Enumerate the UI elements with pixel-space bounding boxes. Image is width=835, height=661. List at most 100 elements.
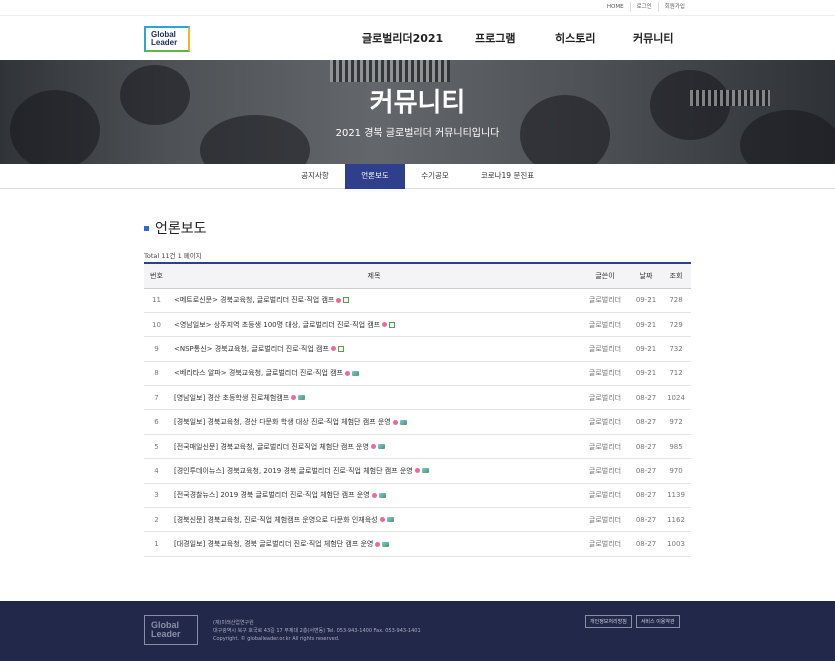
row-number: 6 bbox=[144, 410, 169, 434]
nav-program[interactable]: 프로그램 bbox=[475, 30, 555, 46]
row-author-text: 글로벌리더 bbox=[588, 296, 622, 305]
row-author-text: 글로벌리더 bbox=[588, 369, 622, 378]
row-number-text: 6 bbox=[154, 418, 159, 427]
heart-icon bbox=[370, 444, 376, 450]
utility-links: HOME 로그인 회원가입 bbox=[601, 2, 691, 12]
row-views-text: 1003 bbox=[667, 540, 685, 549]
row-author: 글로벌리더 bbox=[579, 386, 631, 410]
row-date: 08-27 bbox=[631, 508, 661, 532]
row-subject-link[interactable]: <NSP통신> 경북교육청, 글로벌리더 진로·직업 캠프 bbox=[169, 337, 579, 361]
signup-link[interactable]: 회원가입 bbox=[657, 2, 691, 12]
row-subject-link-text[interactable]: [경인투데이뉴스] 경북교육청, 2019 경북 글로벌리더 진로·직업 체험단… bbox=[174, 467, 413, 475]
heart-icon bbox=[330, 346, 336, 352]
file-icon bbox=[337, 345, 344, 352]
heart-icon bbox=[371, 492, 377, 498]
row-subject-link[interactable]: [전국매일신문] 경북교육청, 글로벌리더 진로직업 체험단 캠프 운영 bbox=[169, 434, 579, 458]
table-row[interactable]: 1 [대경일보] 경북교육청, 경북 글로벌리더 진로·직업 체험단 캠프 운영 글… bbox=[144, 532, 691, 557]
table-row[interactable]: 6 [경북일보] 경북교육청, 경산 다문화 학생 대상 진로·직업 체험단 캠프… bbox=[144, 410, 691, 435]
row-views-text: 1139 bbox=[667, 491, 685, 500]
row-subject-link[interactable]: [경북일보] 경북교육청, 경산 다문화 학생 대상 진로·직업 체험단 캠프 … bbox=[169, 410, 579, 434]
tab-essay[interactable]: 수기공모 bbox=[405, 164, 465, 189]
table-row[interactable]: 7 [영남일보] 경산 초등학생 진로체험캠프 글로벌리더 08-27 1024 bbox=[144, 386, 691, 410]
row-views-text: 972 bbox=[669, 418, 683, 427]
nav-history[interactable]: 히스토리 bbox=[555, 30, 633, 46]
heart-icon bbox=[345, 370, 350, 376]
row-author: 글로벌리더 bbox=[579, 483, 631, 507]
nav-community[interactable]: 커뮤니티 bbox=[633, 30, 673, 46]
image-icon bbox=[386, 517, 394, 523]
table-row[interactable]: 2 [경북신문] 경북교육청, 진로·직업 체험캠프 운영으로 다문화 인재육성 글… bbox=[144, 508, 691, 532]
login-link[interactable]: 로그인 bbox=[629, 2, 658, 12]
row-views: 728 bbox=[661, 288, 691, 312]
press-table: 번호 제목 글쓴이 날짜 조회 11 <메트로신문> 경북교육청, 글로벌리더 진… bbox=[144, 262, 691, 557]
footer-copyright: Copyright. © globalleader.or.kr All righ… bbox=[213, 636, 340, 642]
row-number: 10 bbox=[144, 312, 169, 336]
row-views: 1024 bbox=[661, 386, 691, 410]
tab-notice[interactable]: 공지사항 bbox=[285, 164, 345, 189]
row-date: 08-27 bbox=[631, 410, 661, 434]
global-leader-logo[interactable]: Global Leader bbox=[144, 26, 190, 52]
row-author: 글로벌리더 bbox=[579, 459, 631, 483]
tab-covid-questionnaire[interactable]: 코로나19 문진표 bbox=[465, 164, 550, 189]
terms-button[interactable]: 서비스 이용약관 bbox=[635, 615, 680, 628]
row-subject-link-text[interactable]: <베리타스 알파> 경북교육청, 글로벌리더 진로·직업 캠프 bbox=[174, 369, 343, 377]
row-subject-link-text[interactable]: [경북신문] 경북교육청, 진로·직업 체험캠프 운영으로 다문화 인재육성 bbox=[174, 516, 378, 524]
row-views-text: 732 bbox=[669, 344, 683, 353]
row-views: 732 bbox=[661, 337, 691, 361]
row-subject-link[interactable]: [대경일보] 경북교육청, 경북 글로벌리더 진로·직업 체험단 캠프 운영 bbox=[169, 532, 579, 556]
table-row[interactable]: 10 <영남일보> 상주지역 초등생 100명 대상, 글로벌리더 진로·직업 캠… bbox=[144, 312, 691, 337]
nav-globalleader2021[interactable]: 글로벌리더2021 bbox=[362, 30, 475, 46]
table-header: 번호 제목 글쓴이 날짜 조회 bbox=[144, 263, 691, 288]
row-subject-link[interactable]: [영남일보] 경산 초등학생 진로체험캠프 bbox=[169, 386, 579, 410]
row-subject-link-text[interactable]: [대경일보] 경북교육청, 경북 글로벌리더 진로·직업 체험단 캠프 운영 bbox=[174, 540, 373, 548]
row-views-text: 985 bbox=[669, 442, 683, 451]
row-subject-link[interactable]: <메트로신문> 경북교육청, 글로벌리더 진로·직업 캠프 bbox=[169, 288, 579, 312]
row-number: 2 bbox=[144, 508, 169, 532]
row-number: 11 bbox=[144, 288, 169, 312]
row-subject-link-text[interactable]: <영남일보> 상주지역 초등생 100명 대상, 글로벌리더 진로·직업 캠프 bbox=[174, 321, 380, 329]
row-subject-link[interactable]: [경인투데이뉴스] 경북교육청, 2019 경북 글로벌리더 진로·직업 체험단… bbox=[169, 459, 579, 483]
row-date: 09-21 bbox=[631, 337, 661, 361]
row-views: 970 bbox=[661, 459, 691, 483]
row-date: 08-27 bbox=[631, 532, 661, 556]
banner-subtitle: 2021 경북 글로벌리더 커뮤니티입니다 bbox=[335, 128, 500, 139]
row-subject-link-text[interactable]: <메트로신문> 경북교육청, 글로벌리더 진로·직업 캠프 bbox=[174, 296, 334, 304]
row-date-text: 09-21 bbox=[635, 296, 657, 305]
row-date-text: 08-27 bbox=[635, 442, 657, 451]
privacy-policy-button[interactable]: 개인정보처리방침 bbox=[585, 615, 632, 628]
row-date-text: 08-27 bbox=[635, 393, 657, 402]
table-row[interactable]: 11 <메트로신문> 경북교육청, 글로벌리더 진로·직업 캠프 글로벌리더 09-2… bbox=[144, 288, 691, 313]
row-subject-link-text[interactable]: <NSP통신> 경북교육청, 글로벌리더 진로·직업 캠프 bbox=[174, 345, 329, 353]
row-subject-link[interactable]: <베리타스 알파> 경북교육청, 글로벌리더 진로·직업 캠프 bbox=[169, 361, 579, 385]
row-date-text: 09-21 bbox=[635, 344, 657, 353]
heart-icon bbox=[379, 517, 385, 523]
table-row[interactable]: 3 [전국경찰뉴스] 2019 경북 글로벌리더 진로·직업 체험단 캠프 운영 글… bbox=[144, 483, 691, 508]
row-subject-link[interactable]: [전국경찰뉴스] 2019 경북 글로벌리더 진로·직업 체험단 캠프 운영 bbox=[169, 483, 579, 507]
row-author: 글로벌리더 bbox=[579, 312, 631, 336]
utility-bar: HOME 로그인 회원가입 bbox=[0, 0, 835, 15]
row-subject-link-text[interactable]: [전국매일신문] 경북교육청, 글로벌리더 진로직업 체험단 캠프 운영 bbox=[174, 443, 369, 451]
footer-logo: Global Leader bbox=[144, 615, 198, 645]
table-row[interactable]: 9 <NSP통신> 경북교육청, 글로벌리더 진로·직업 캠프 글로벌리더 09-21… bbox=[144, 337, 691, 362]
row-date: 08-27 bbox=[631, 483, 661, 507]
row-date: 08-27 bbox=[631, 459, 661, 483]
heart-icon bbox=[375, 541, 381, 547]
home-link[interactable]: HOME bbox=[601, 2, 630, 12]
col-author: 글쓴이 bbox=[595, 271, 615, 280]
row-subject-link[interactable]: <영남일보> 상주지역 초등생 100명 대상, 글로벌리더 진로·직업 캠프 bbox=[169, 312, 579, 336]
row-subject-link-text[interactable]: [영남일보] 경산 초등학생 진로체험캠프 bbox=[174, 394, 289, 402]
row-author-text: 글로벌리더 bbox=[588, 418, 622, 427]
table-row[interactable]: 8 <베리타스 알파> 경북교육청, 글로벌리더 진로·직업 캠프 글로벌리더 09-… bbox=[144, 361, 691, 386]
row-subject-link-text[interactable]: [경북일보] 경북교육청, 경산 다문화 학생 대상 진로·직업 체험단 캠프 … bbox=[174, 418, 391, 426]
banner-title: 커뮤니티 bbox=[369, 88, 466, 118]
row-number: 4 bbox=[144, 459, 169, 483]
row-views: 712 bbox=[661, 361, 691, 385]
file-icon bbox=[389, 321, 396, 328]
table-row[interactable]: 4 [경인투데이뉴스] 경북교육청, 2019 경북 글로벌리더 진로·직업 체험… bbox=[144, 459, 691, 484]
table-row[interactable]: 5 [전국매일신문] 경북교육청, 글로벌리더 진로직업 체험단 캠프 운영 글로벌… bbox=[144, 434, 691, 459]
tab-press[interactable]: 언론보도 bbox=[345, 164, 405, 189]
row-subject-link[interactable]: [경북신문] 경북교육청, 진로·직업 체험캠프 운영으로 다문화 인재육성 bbox=[169, 508, 579, 532]
row-subject-link-text[interactable]: [전국경찰뉴스] 2019 경북 글로벌리더 진로·직업 체험단 캠프 운영 bbox=[174, 491, 370, 499]
row-views: 729 bbox=[661, 312, 691, 336]
row-date-text: 08-27 bbox=[635, 515, 657, 524]
